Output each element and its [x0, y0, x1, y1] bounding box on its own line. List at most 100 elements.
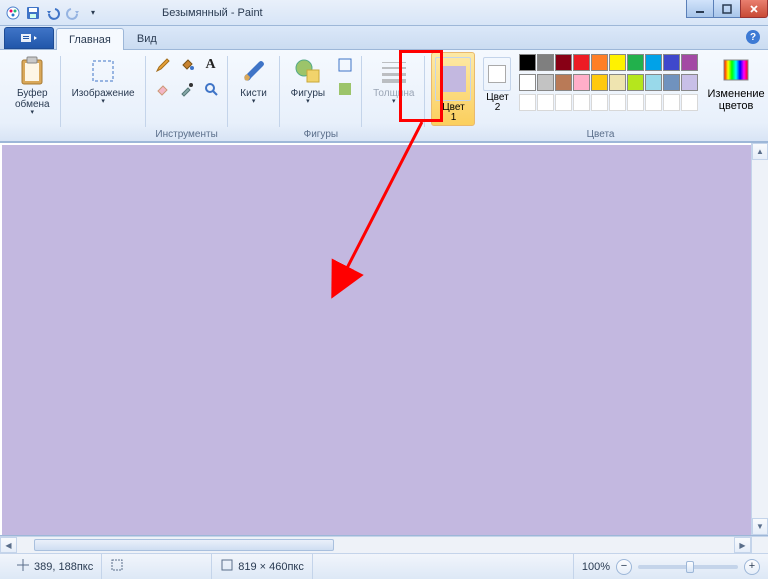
horizontal-scrollbar[interactable]: ◀ ▶	[0, 536, 751, 553]
file-menu-button[interactable]	[4, 27, 54, 49]
shapes-button[interactable]: Фигуры ▾	[286, 52, 330, 122]
palette-color[interactable]	[681, 54, 698, 71]
palette-color[interactable]	[645, 94, 662, 111]
palette-color[interactable]	[627, 74, 644, 91]
edit-colors-button[interactable]: Изменение цветов	[702, 52, 768, 115]
palette-color[interactable]	[609, 74, 626, 91]
shape-fill-icon[interactable]	[334, 78, 356, 100]
zoom-slider[interactable]	[638, 565, 738, 569]
status-selection	[102, 554, 212, 579]
qat-customize-icon[interactable]: ▾	[84, 4, 102, 22]
zoom-slider-thumb[interactable]	[686, 561, 694, 573]
palette-color[interactable]	[645, 54, 662, 71]
palette-color[interactable]	[537, 74, 554, 91]
brushes-button[interactable]: Кисти ▾	[234, 52, 274, 122]
palette-color[interactable]	[519, 54, 536, 71]
group-brushes: Кисти ▾	[228, 52, 280, 141]
palette-color[interactable]	[555, 54, 572, 71]
palette-color[interactable]	[609, 94, 626, 111]
status-coords: 389, 188пкс	[8, 554, 102, 579]
shape-outline-icon[interactable]	[334, 54, 356, 76]
scroll-up-icon[interactable]: ▲	[752, 143, 768, 160]
group-clipboard: Буфер обмена ▾	[4, 52, 61, 141]
save-icon[interactable]	[24, 4, 42, 22]
palette-color[interactable]	[591, 94, 608, 111]
palette-color[interactable]	[519, 94, 536, 111]
canvas[interactable]	[2, 145, 751, 535]
chevron-down-icon: ▾	[306, 97, 310, 105]
chevron-down-icon: ▾	[392, 97, 396, 105]
palette-color[interactable]	[663, 54, 680, 71]
app-icon[interactable]	[4, 4, 22, 22]
palette-color[interactable]	[573, 74, 590, 91]
scroll-left-icon[interactable]: ◀	[0, 537, 17, 553]
palette-color[interactable]	[591, 54, 608, 71]
minimize-button[interactable]	[686, 0, 714, 18]
scroll-track[interactable]	[752, 160, 768, 518]
status-size: 819 × 460пкс	[212, 554, 313, 579]
zoom-out-button[interactable]: −	[616, 559, 632, 575]
palette-color[interactable]	[681, 94, 698, 111]
close-button[interactable]	[740, 0, 768, 18]
palette-color[interactable]	[591, 74, 608, 91]
group-clipboard-label	[31, 127, 34, 141]
eraser-icon[interactable]	[152, 78, 174, 100]
select-button[interactable]: Изображение ▾	[67, 52, 140, 122]
paste-button[interactable]: Буфер обмена ▾	[10, 52, 55, 122]
palette-color[interactable]	[537, 54, 554, 71]
maximize-button[interactable]	[713, 0, 741, 18]
status-bar: 389, 188пкс 819 × 460пкс 100% − +	[0, 553, 768, 579]
redo-icon[interactable]	[64, 4, 82, 22]
chevron-down-icon: ▾	[101, 97, 105, 105]
color2-swatch	[483, 57, 511, 91]
palette-color[interactable]	[681, 74, 698, 91]
group-tools-label: Инструменты	[155, 127, 217, 141]
palette-color[interactable]	[627, 94, 644, 111]
palette-color[interactable]	[573, 54, 590, 71]
spectrum-icon	[721, 55, 751, 88]
help-icon[interactable]: ?	[746, 30, 760, 44]
color2-button[interactable]: Цвет 2	[479, 52, 515, 116]
palette	[519, 52, 698, 111]
group-tools: A Инструменты	[146, 52, 228, 141]
scroll-right-icon[interactable]: ▶	[734, 537, 751, 553]
chevron-down-icon: ▾	[252, 97, 256, 105]
undo-icon[interactable]	[44, 4, 62, 22]
zoom-controls: 100% − +	[574, 559, 760, 575]
palette-color[interactable]	[555, 94, 572, 111]
scroll-thumb[interactable]	[34, 539, 334, 551]
paste-label: Буфер обмена	[15, 87, 50, 110]
color1-button[interactable]: Цвет 1	[431, 52, 475, 126]
window-controls	[687, 0, 768, 18]
text-icon[interactable]: A	[200, 54, 222, 76]
eyedropper-icon[interactable]	[176, 78, 198, 100]
palette-color[interactable]	[627, 54, 644, 71]
palette-color[interactable]	[663, 74, 680, 91]
palette-color[interactable]	[537, 94, 554, 111]
scroll-down-icon[interactable]: ▼	[752, 518, 768, 535]
palette-color[interactable]	[573, 94, 590, 111]
window-title: Безымянный - Paint	[162, 7, 263, 19]
palette-color[interactable]	[645, 74, 662, 91]
group-shapes-label: Фигуры	[304, 127, 338, 141]
tab-home[interactable]: Главная	[56, 28, 124, 50]
size-button[interactable]: Толщина ▾	[368, 52, 419, 122]
scroll-track[interactable]	[17, 537, 734, 553]
magnifier-icon[interactable]	[200, 78, 222, 100]
quick-access-toolbar: ▾	[4, 4, 102, 22]
group-colors: Цвет 1 Цвет 2 Изменение цветов Цвета	[425, 52, 768, 141]
palette-color[interactable]	[663, 94, 680, 111]
pencil-icon[interactable]	[152, 54, 174, 76]
shapes-icon	[293, 55, 323, 87]
select-icon	[90, 55, 116, 87]
fill-icon[interactable]	[176, 54, 198, 76]
palette-color[interactable]	[555, 74, 572, 91]
zoom-in-button[interactable]: +	[744, 559, 760, 575]
zoom-text: 100%	[582, 561, 610, 573]
vertical-scrollbar[interactable]: ▲ ▼	[751, 143, 768, 535]
palette-color[interactable]	[609, 54, 626, 71]
palette-color[interactable]	[519, 74, 536, 91]
group-size: Толщина ▾	[362, 52, 425, 141]
tab-view[interactable]: Вид	[124, 27, 170, 49]
edit-colors-label: Изменение цветов	[707, 88, 764, 112]
